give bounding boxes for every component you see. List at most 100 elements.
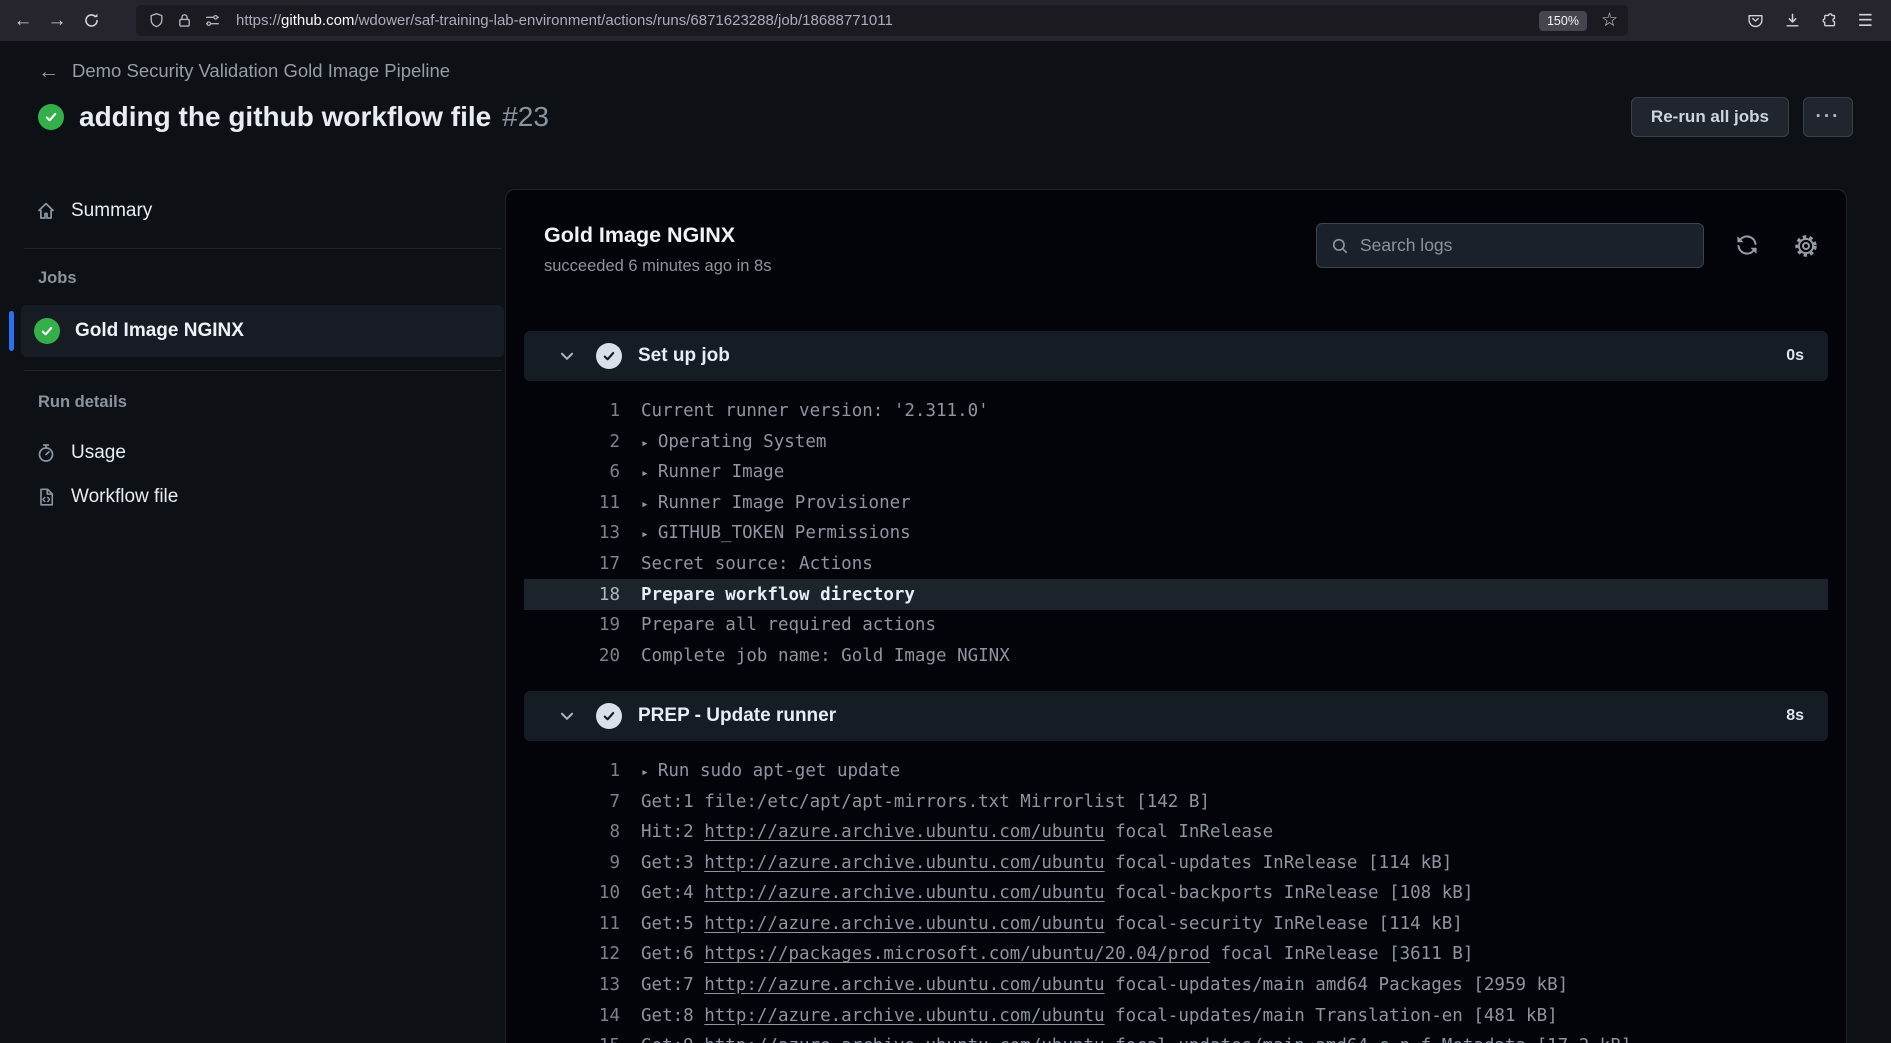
log-line-number[interactable]: 11 [524,914,620,934]
browser-forward-button[interactable]: → [40,5,74,37]
breadcrumb-back-arrow-icon[interactable]: ← [38,61,59,82]
pocket-icon[interactable] [1747,12,1764,29]
log-line-number[interactable]: 19 [524,615,620,635]
log-line-text: Prepare all required actions [641,615,936,635]
lock-icon[interactable] [176,12,193,29]
log-line: 15 Get:9 http://azure.archive.ubuntu.com/… [524,1031,1828,1043]
sidebar-item-job-gold-image-nginx[interactable]: Gold Image NGINX [21,305,504,357]
sidebar-item-label: Workflow file [71,486,178,508]
shield-icon[interactable] [148,12,165,29]
log-section-header[interactable]: Set up job0s [524,331,1828,381]
log-line-number[interactable]: 6 [524,462,620,482]
chevron-down-icon [558,347,576,365]
log-line-number[interactable]: 1 [524,761,620,781]
browser-reload-button[interactable] [74,5,108,37]
log-line-text: Get:3 http://azure.archive.ubuntu.com/ub… [641,853,1452,873]
log-line-number[interactable]: 14 [524,1006,620,1026]
rerun-all-jobs-button[interactable]: Re-run all jobs [1631,97,1789,137]
log-line-number[interactable]: 13 [524,975,620,995]
log-line-text: Hit:2 http://azure.archive.ubuntu.com/ub… [641,822,1273,842]
log-line: 17Secret source: Actions [524,549,1828,580]
expand-icon[interactable]: ▸ [641,497,649,512]
section-duration: 8s [1786,707,1804,725]
log-line-text: ▸GITHUB_TOKEN Permissions [641,523,911,543]
sidebar-divider [24,370,502,371]
log-line: 20Complete job name: Gold Image NGINX [524,640,1828,671]
home-icon [36,201,56,221]
log-line-number[interactable]: 13 [524,523,620,543]
log-line-number[interactable]: 17 [524,554,620,574]
sidebar-item-label: Usage [71,442,126,464]
log-line-text: Get:9 http://azure.archive.ubuntu.com/ub… [641,1036,1631,1043]
log-line-text: ▸Run sudo apt-get update [641,761,900,781]
bookmark-star-icon[interactable]: ☆ [1601,9,1618,32]
chevron-down-icon [558,707,576,725]
log-line-number[interactable]: 2 [524,432,620,452]
run-success-check-icon [38,104,64,130]
extensions-puzzle-icon[interactable] [1821,12,1838,29]
log-url-link[interactable]: http://azure.archive.ubuntu.com/ubuntu [704,914,1104,934]
log-url-link[interactable]: http://azure.archive.ubuntu.com/ubuntu [704,883,1104,903]
download-icon[interactable] [1784,12,1801,29]
sidebar-item-workflow-file[interactable]: Workflow file [0,475,505,519]
log-lines: 1 ▸Run sudo apt-get update 7Get:1 file:/et… [524,741,1828,1043]
expand-icon[interactable]: ▸ [641,527,649,542]
log-line-text: ▸Runner Image Provisioner [641,493,911,513]
section-title: Set up job [638,345,730,367]
log-line-number[interactable]: 8 [524,822,620,842]
job-panel-header: Gold Image NGINX succeeded 6 minutes ago… [544,223,771,276]
job-status-line: succeeded 6 minutes ago in 8s [544,257,771,276]
url-bar[interactable]: https://github.com/wdower/saf-training-l… [136,5,1628,36]
zoom-level-badge[interactable]: 150% [1539,11,1587,31]
log-url-link[interactable]: http://azure.archive.ubuntu.com/ubuntu [704,853,1104,873]
log-line-text: ▸Runner Image [641,462,784,482]
log-line: 6 ▸Runner Image [524,457,1828,488]
log-line: 8 Hit:2 http://azure.archive.ubuntu.com/u… [524,817,1828,848]
menu-hamburger-icon[interactable]: ☰ [1858,11,1873,31]
job-log-panel: Gold Image NGINX succeeded 6 minutes ago… [505,189,1847,1043]
search-logs-input[interactable] [1360,235,1689,256]
permissions-sliders-icon[interactable] [204,12,221,29]
file-code-icon [36,487,56,507]
log-line: 7Get:1 file:/etc/apt/apt-mirrors.txt Mir… [524,786,1828,817]
log-url-link[interactable]: https://packages.microsoft.com/ubuntu/20… [704,944,1210,964]
log-line-number[interactable]: 12 [524,944,620,964]
log-line-number[interactable]: 20 [524,646,620,666]
log-line-number[interactable]: 10 [524,883,620,903]
log-line-text: Get:6 https://packages.microsoft.com/ubu… [641,944,1473,964]
log-url-link[interactable]: http://azure.archive.ubuntu.com/ubuntu [704,822,1104,842]
log-line-text: Get:7 http://azure.archive.ubuntu.com/ub… [641,975,1568,995]
log-lines: 1Current runner version: '2.311.0'2▸Oper… [524,381,1828,687]
log-line-text: Get:8 http://azure.archive.ubuntu.com/ub… [641,1006,1558,1026]
log-url-link[interactable]: http://azure.archive.ubuntu.com/ubuntu [704,1006,1104,1026]
log-line: 9 Get:3 http://azure.archive.ubuntu.com/u… [524,848,1828,879]
log-line-number[interactable]: 7 [524,792,620,812]
stopwatch-icon [36,443,56,463]
log-line-number[interactable]: 11 [524,493,620,513]
expand-icon[interactable]: ▸ [641,466,649,481]
kebab-menu-button[interactable]: ··· [1803,97,1853,137]
search-logs-box[interactable] [1316,223,1704,268]
expand-icon[interactable]: ▸ [641,765,649,780]
log-line-number[interactable]: 18 [524,585,620,605]
sidebar-item-usage[interactable]: Usage [0,431,505,475]
expand-icon[interactable]: ▸ [641,436,649,451]
log-line-text: Prepare workflow directory [641,585,915,605]
sidebar-item-summary[interactable]: Summary [0,191,505,231]
log-line: 10Get:4 http://azure.archive.ubuntu.com/… [524,878,1828,909]
breadcrumb[interactable]: Demo Security Validation Gold Image Pipe… [72,60,450,82]
log-url-link[interactable]: http://azure.archive.ubuntu.com/ubuntu [704,1036,1104,1043]
log-section: Set up job0s1Current runner version: '2.… [524,331,1828,687]
job-name: Gold Image NGINX [75,320,244,342]
gear-icon[interactable] [1794,234,1818,258]
page-title: adding the github workflow file [79,101,491,133]
log-section-header[interactable]: PREP - Update runner 8s [524,691,1828,741]
log-line-number[interactable]: 1 [524,401,620,421]
refresh-logs-icon[interactable] [1736,234,1758,256]
log-line-number[interactable]: 15 [524,1036,620,1043]
browser-back-button[interactable]: ← [6,5,40,37]
section-title: PREP - Update runner [638,705,836,727]
log-url-link[interactable]: http://azure.archive.ubuntu.com/ubuntu [704,975,1104,995]
log-line-number[interactable]: 9 [524,853,620,873]
reload-icon [83,12,100,29]
